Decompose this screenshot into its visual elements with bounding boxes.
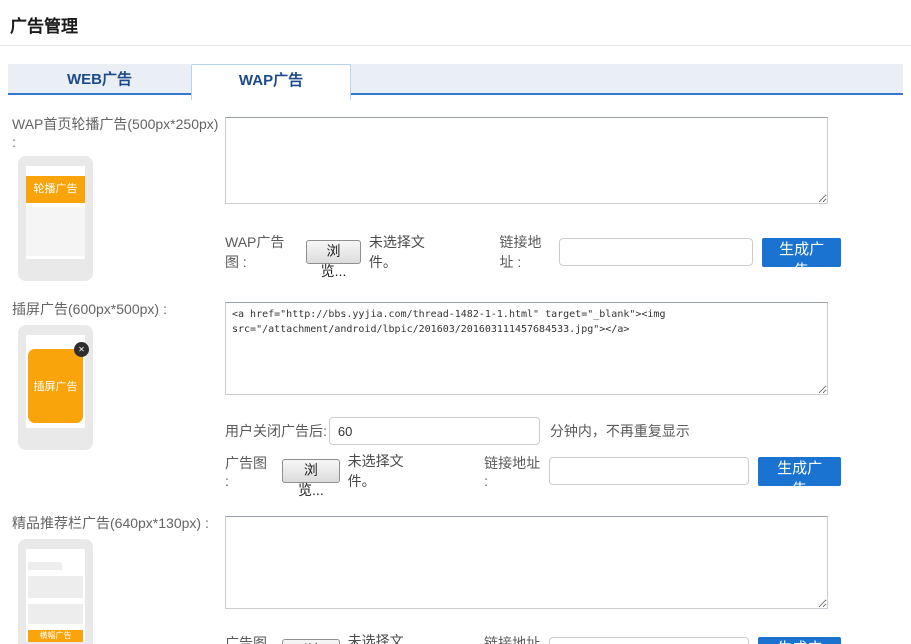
tab-web-ads[interactable]: WEB广告 <box>8 64 191 95</box>
carousel-code-textarea[interactable] <box>225 117 828 204</box>
header-divider <box>0 45 911 46</box>
carousel-image-label: WAP广告图 : <box>225 232 296 272</box>
tab-wap-ads[interactable]: WAP广告 <box>191 64 351 100</box>
banner-title-placeholder <box>28 562 62 570</box>
interstitial-file-status: 未选择文件。 <box>348 451 428 491</box>
banner-content-placeholder-1 <box>28 576 83 598</box>
close-minutes-input[interactable] <box>329 417 540 445</box>
carousel-section-label: WAP首页轮播广告(500px*250px) : <box>12 114 225 150</box>
interstitial-image-label: 广告图 : <box>225 453 272 489</box>
carousel-form-row: WAP广告图 : 浏览... 未选择文件。 链接地址 : 生成广告 <box>225 232 841 272</box>
page-title: 广告管理 <box>10 12 911 37</box>
interstitial-minutes-row: 用户关闭广告后: 分钟内，不再重复显示 <box>225 417 841 445</box>
interstitial-form: <a href="http://bbs.yyjia.com/thread-148… <box>225 297 841 491</box>
banner-form: 广告图 : 浏览... 未选择文件。 链接地址 : 生成广告 <box>225 511 841 644</box>
carousel-browse-button[interactable]: 浏览... <box>306 240 361 264</box>
section-banner-ad: 精品推荐栏广告(640px*130px) : 横幅广告 广告图 : 浏览... … <box>12 511 911 644</box>
interstitial-browse-button[interactable]: 浏览... <box>282 459 340 483</box>
carousel-file-status: 未选择文件。 <box>369 232 443 272</box>
interstitial-section-label: 插屏广告(600px*500px) : <box>12 299 225 319</box>
carousel-content-placeholder <box>26 207 85 256</box>
carousel-link-label: 链接地址 : <box>500 232 556 272</box>
close-minutes-label: 用户关闭广告后: <box>225 421 327 441</box>
interstitial-code-textarea[interactable]: <a href="http://bbs.yyjia.com/thread-148… <box>225 302 828 395</box>
close-icon: ✕ <box>74 342 89 357</box>
banner-generate-button[interactable]: 生成广告 <box>758 637 841 644</box>
interstitial-link-input[interactable] <box>549 457 750 485</box>
banner-file-status: 未选择文件。 <box>348 631 428 644</box>
banner-left-column: 精品推荐栏广告(640px*130px) : 横幅广告 <box>12 511 225 644</box>
banner-phone-screen: 横幅广告 <box>26 549 85 642</box>
carousel-form: WAP广告图 : 浏览... 未选择文件。 链接地址 : 生成广告 <box>225 112 841 281</box>
section-carousel-ad: WAP首页轮播广告(500px*250px) : 轮播广告 WAP广告图 : 浏… <box>12 112 911 281</box>
carousel-ad-placeholder: 轮播广告 <box>26 176 85 203</box>
tab-bar: WEB广告 WAP广告 <box>8 64 903 101</box>
banner-browse-button[interactable]: 浏览... <box>282 639 340 644</box>
interstitial-left-column: 插屏广告(600px*500px) : 插屏广告 ✕ <box>12 297 225 491</box>
banner-form-row: 广告图 : 浏览... 未选择文件。 链接地址 : 生成广告 <box>225 631 841 644</box>
interstitial-generate-button[interactable]: 生成广告 <box>758 457 841 486</box>
carousel-phone-screen: 轮播广告 <box>26 166 85 259</box>
banner-link-label: 链接地址 : <box>484 633 544 644</box>
section-interstitial-ad: 插屏广告(600px*500px) : 插屏广告 ✕ <a href="http… <box>12 297 911 491</box>
banner-code-textarea[interactable] <box>225 516 828 609</box>
interstitial-ad-placeholder: 插屏广告 ✕ <box>28 349 83 423</box>
banner-link-input[interactable] <box>549 637 750 644</box>
interstitial-ad-label: 插屏广告 <box>34 378 78 394</box>
wap-ads-panel: WAP首页轮播广告(500px*250px) : 轮播广告 WAP广告图 : 浏… <box>0 112 911 644</box>
interstitial-form-row: 广告图 : 浏览... 未选择文件。 链接地址 : 生成广告 <box>225 451 841 491</box>
banner-content-placeholder-2 <box>28 604 83 624</box>
carousel-generate-button[interactable]: 生成广告 <box>762 238 841 267</box>
banner-phone-preview: 横幅广告 <box>18 539 93 644</box>
banner-image-label: 广告图 : <box>225 633 272 644</box>
banner-section-label: 精品推荐栏广告(640px*130px) : <box>12 513 225 533</box>
interstitial-link-label: 链接地址 : <box>484 453 544 489</box>
carousel-link-input[interactable] <box>559 238 753 266</box>
interstitial-phone-preview: 插屏广告 ✕ <box>18 325 93 450</box>
close-minutes-suffix: 分钟内，不再重复显示 <box>550 421 690 441</box>
carousel-left-column: WAP首页轮播广告(500px*250px) : 轮播广告 <box>12 112 225 281</box>
banner-ad-placeholder: 横幅广告 <box>28 630 83 642</box>
interstitial-phone-screen: 插屏广告 ✕ <box>26 335 85 428</box>
carousel-phone-preview: 轮播广告 <box>18 156 93 281</box>
